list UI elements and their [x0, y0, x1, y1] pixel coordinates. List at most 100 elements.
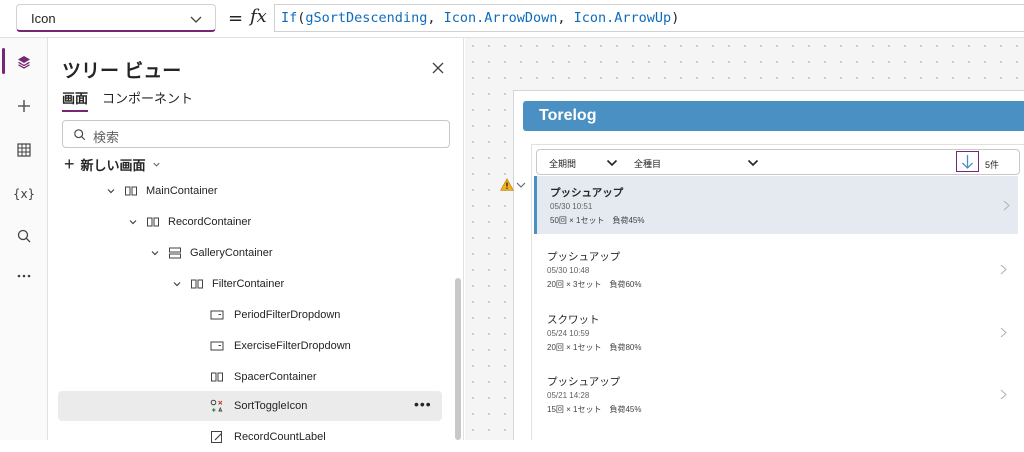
dropdown-icon [210, 341, 224, 351]
insert-rail-button[interactable] [8, 90, 40, 122]
filter-container: 全期間 全種目 5件 [536, 149, 1020, 175]
tree-view-panel: ツリー ビュー 画面 コンポーネント 検索 + 新しい画面 MainContai… [48, 38, 464, 443]
chevron-right-icon[interactable] [1000, 389, 1007, 400]
chevron-down-icon [152, 162, 160, 167]
tab-screens[interactable]: 画面 [62, 88, 88, 107]
tree-item-label: GalleryContainer [190, 247, 273, 259]
chevron-down-icon[interactable] [747, 158, 759, 168]
app-title: Torelog [539, 107, 597, 124]
search-icon [74, 129, 86, 141]
record-detail: 15回 × 1セット 負荷45% [547, 405, 642, 414]
more-rail-button[interactable] [8, 260, 40, 292]
tree-search-input[interactable]: 検索 [62, 120, 450, 148]
tree-item-filtercontainer[interactable]: FilterContainer [58, 269, 442, 299]
variables-icon: {x} [12, 187, 36, 201]
record-count-label: 5件 [985, 160, 1000, 170]
record-date: 05/24 10:59 [547, 329, 590, 338]
label-icon [211, 431, 222, 443]
active-tab-indicator [62, 110, 88, 112]
record-title: スクワット [547, 314, 600, 326]
gallery-item[interactable]: プッシュアップ 05/30 10:51 50回 × 1セット 負荷45% [534, 176, 1018, 234]
formula-arg-condition: gSortDescending [305, 10, 428, 26]
search-placeholder: 検索 [93, 130, 120, 145]
warning-icon[interactable] [500, 178, 514, 191]
sort-toggle-button[interactable] [956, 151, 979, 172]
container-icon [147, 217, 159, 227]
tree-item-spacercontainer[interactable]: SpacerContainer [58, 362, 442, 392]
tree-item-label: SpacerContainer [234, 371, 317, 383]
record-title: プッシュアップ [547, 251, 621, 263]
property-dropdown-value: Icon [31, 11, 56, 26]
record-date: 05/21 14:28 [547, 391, 590, 400]
left-rail: {x} [0, 38, 48, 440]
more-options-icon[interactable]: ••• [414, 396, 432, 412]
tab-components[interactable]: コンポーネント [102, 88, 193, 107]
tree-item-label: ExerciseFilterDropdown [234, 340, 351, 352]
tree-scrollbar[interactable] [455, 278, 461, 440]
container-icon [191, 279, 203, 289]
formula-sep-2: , [557, 10, 574, 26]
period-filter-value[interactable]: 全期間 [549, 157, 576, 170]
formula-paren-close: ) [671, 10, 680, 26]
new-screen-button[interactable]: + 新しい画面 [64, 154, 161, 175]
app-header: Torelog [523, 101, 1024, 131]
chevron-down-icon [190, 16, 202, 23]
rail-active-indicator [2, 48, 5, 74]
tree-item-gallerycontainer[interactable]: GalleryContainer [58, 238, 442, 268]
search-rail-button[interactable] [8, 220, 40, 252]
chevron-down-icon[interactable] [516, 181, 526, 189]
variables-rail-button[interactable]: {x} [8, 178, 40, 210]
plus-icon [18, 100, 30, 112]
formula-function: If [281, 10, 298, 26]
formula-arg-false: Icon.ArrowUp [573, 10, 672, 26]
chevron-right-icon[interactable] [1000, 327, 1007, 338]
property-dropdown[interactable]: Icon [16, 4, 216, 32]
container-icon [211, 372, 223, 382]
equals-sign: = [228, 8, 244, 29]
gallery-item[interactable]: スクワット 05/24 10:59 20回 × 1セット 負荷80% [534, 303, 1018, 361]
more-icon [17, 274, 31, 278]
tree-item-sorttoggleicon[interactable]: SortToggleIcon ••• [58, 391, 442, 421]
search-icon [17, 229, 31, 243]
icon-control-icon [210, 399, 223, 412]
tree-view-title: ツリー ビュー [62, 61, 182, 82]
record-detail: 20回 × 1セット 負荷80% [547, 343, 642, 352]
tree-item-periodfilterdropdown[interactable]: PeriodFilterDropdown [58, 300, 442, 330]
formula-bar: Icon = fx If(gSortDescending, Icon.Arrow… [0, 0, 1024, 38]
tree-item-maincontainer[interactable]: MainContainer [58, 176, 442, 206]
gallery-item[interactable]: プッシュアップ 05/30 10:48 20回 × 3セット 負荷60% [534, 240, 1018, 298]
tree-item-label: MainContainer [146, 185, 218, 197]
formula-sep-1: , [427, 10, 444, 26]
fx-icon[interactable]: fx [250, 6, 267, 27]
close-icon[interactable] [430, 60, 446, 76]
record-date: 05/30 10:48 [547, 266, 590, 275]
formula-input[interactable]: If(gSortDescending, Icon.ArrowDown, Icon… [274, 4, 1024, 32]
dropdown-icon [210, 310, 224, 320]
exercise-filter-value[interactable]: 全種目 [634, 157, 661, 170]
formula-text: If(gSortDescending, Icon.ArrowDown, Icon… [281, 10, 679, 26]
container-icon [125, 186, 137, 196]
data-rail-button[interactable] [8, 134, 40, 166]
chevron-down-icon[interactable] [150, 248, 160, 258]
tree-item-exercisefilterdropdown[interactable]: ExerciseFilterDropdown [58, 331, 442, 361]
table-icon [17, 143, 31, 157]
new-screen-label: 新しい画面 [80, 158, 146, 173]
formula-arg-true: Icon.ArrowDown [443, 10, 558, 26]
chevron-down-icon[interactable] [606, 158, 618, 168]
chevron-down-icon[interactable] [172, 279, 182, 289]
gallery-item[interactable]: プッシュアップ 05/21 14:28 15回 × 1セット 負荷45% [534, 365, 1018, 423]
tree-view-rail-button[interactable] [8, 46, 40, 78]
tree-item-label: PeriodFilterDropdown [234, 309, 341, 321]
tree-item-recordcountlabel[interactable]: RecordCountLabel [58, 422, 442, 452]
tree-item-label: SortToggleIcon [234, 400, 308, 412]
chevron-right-icon[interactable] [1003, 200, 1010, 211]
layers-icon [18, 56, 30, 69]
chevron-down-icon[interactable] [106, 186, 116, 196]
chevron-down-icon[interactable] [128, 217, 138, 227]
chevron-right-icon[interactable] [1000, 264, 1007, 275]
tree-item-recordcontainer[interactable]: RecordContainer [58, 207, 442, 237]
record-detail: 20回 × 3セット 負荷60% [547, 280, 642, 289]
record-detail: 50回 × 1セット 負荷45% [550, 216, 645, 225]
record-date: 05/30 10:51 [550, 202, 593, 211]
plus-icon: + [64, 154, 75, 174]
